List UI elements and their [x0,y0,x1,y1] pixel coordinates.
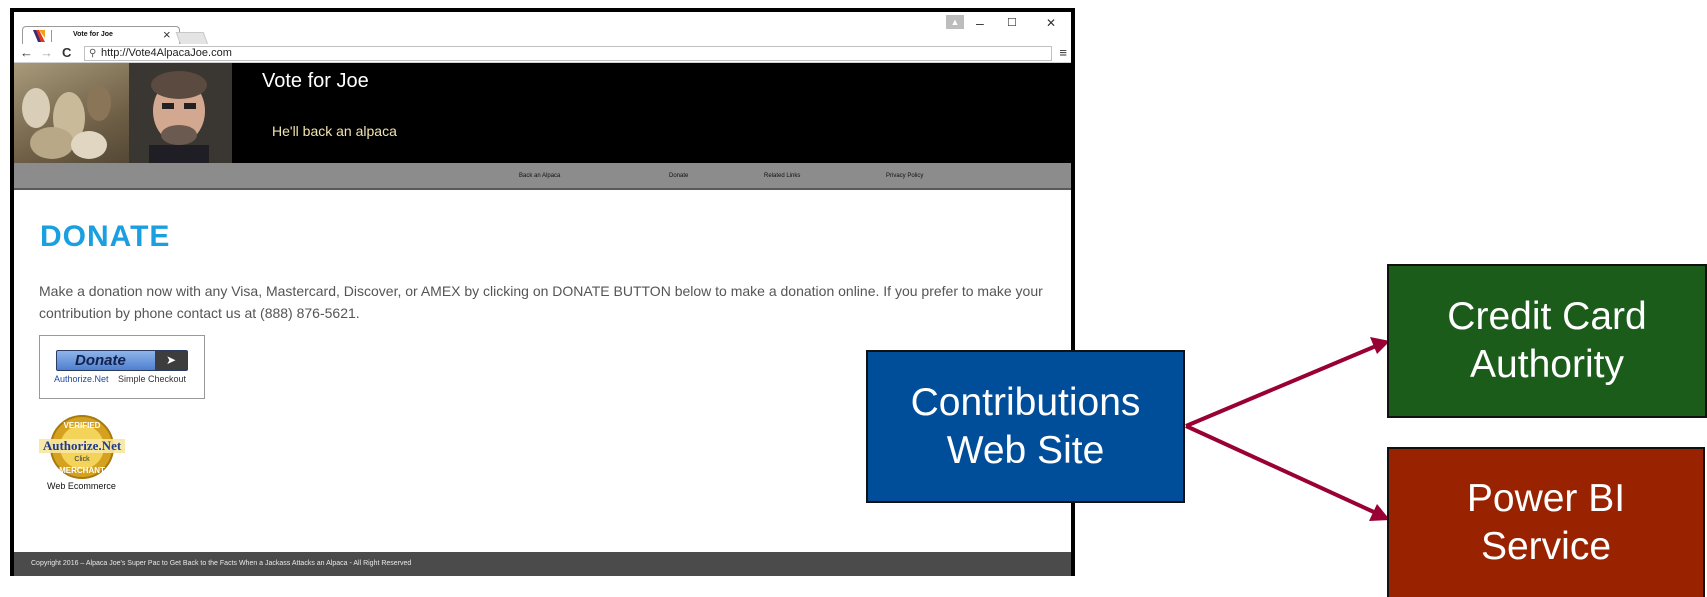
contributions-web-site-box: Contributions Web Site [866,350,1185,503]
contributions-box-line1: Contributions [910,380,1141,424]
credit-card-authority-box: Credit Card Authority [1387,264,1707,418]
contributions-box-line2: Web Site [946,428,1105,472]
power-bi-box-line2: Service [1480,525,1612,568]
power-bi-service-box: Power BI Service [1387,447,1705,597]
power-bi-box-line1: Power BI [1466,477,1626,520]
credit-card-box-line2: Authority [1470,343,1624,386]
credit-card-box-line1: Credit Card [1447,295,1647,338]
arrow-to-credit-card [1185,337,1390,428]
arrow-to-power-bi [1185,424,1390,521]
